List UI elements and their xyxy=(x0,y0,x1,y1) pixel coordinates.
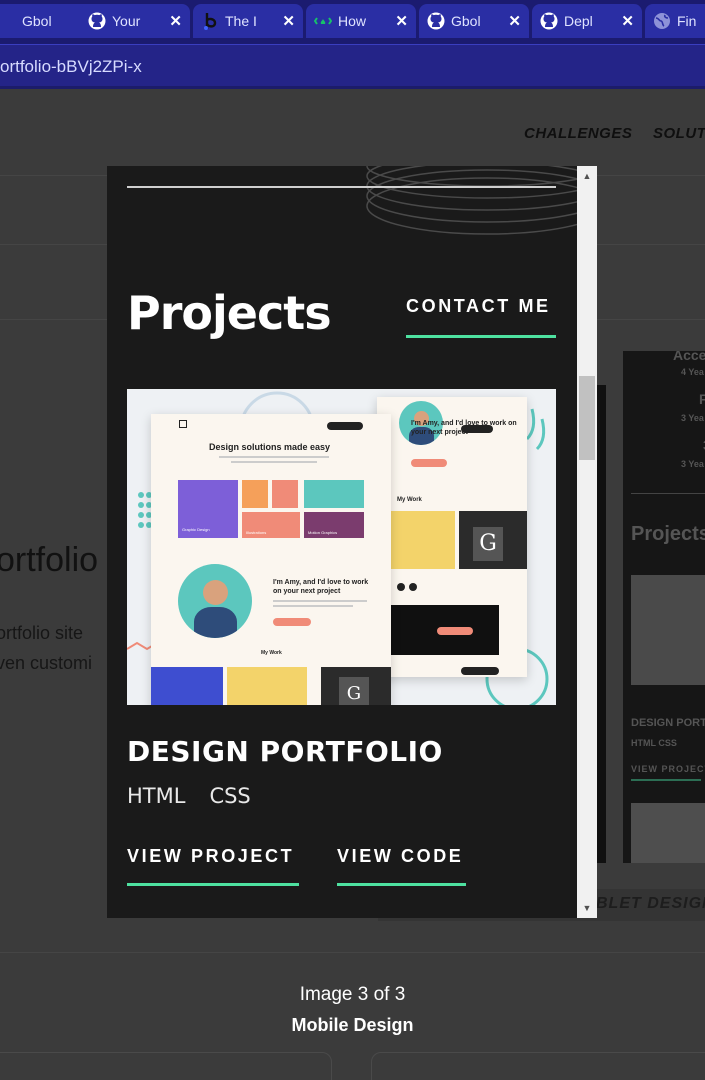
tag-css: CSS xyxy=(209,784,251,808)
tab-title: Your xyxy=(112,13,141,29)
view-code-link[interactable]: VIEW CODE xyxy=(337,846,463,867)
github-icon xyxy=(88,12,106,30)
view-project-link[interactable]: VIEW PROJECT xyxy=(127,846,294,867)
browser-tab[interactable]: Your ✕ xyxy=(80,4,190,38)
url-text[interactable]: ortfolio-bBVj2ZPi-x xyxy=(0,57,142,77)
project-title: DESIGN PORTFOLIO xyxy=(127,735,443,768)
bottom-card xyxy=(0,1052,332,1080)
tag-html: HTML xyxy=(127,784,186,808)
tab-title: Fin xyxy=(677,13,697,29)
browser-tab[interactable]: Fin xyxy=(645,4,705,38)
github-icon xyxy=(540,12,558,30)
freecodecamp-icon xyxy=(314,12,332,30)
address-bar[interactable]: ortfolio-bBVj2ZPi-x xyxy=(0,44,705,88)
page-text-line: ven customi xyxy=(0,653,93,673)
close-icon[interactable]: ✕ xyxy=(282,12,295,30)
close-icon[interactable]: ✕ xyxy=(395,12,408,30)
nav-solutions[interactable]: SOLUT xyxy=(653,125,705,142)
browser-tab[interactable]: Gbol ✕ xyxy=(419,4,529,38)
browser-tab[interactable]: The I ✕ xyxy=(193,4,303,38)
tab-title: Gbol xyxy=(451,13,481,29)
tab-title: The I xyxy=(225,13,257,29)
page-title-fragment: ortfolio xyxy=(0,541,99,579)
scrollbar[interactable]: ▲ ▼ xyxy=(577,166,597,918)
scrollbar-thumb[interactable] xyxy=(579,376,595,460)
image-counter: Image 3 of 3 xyxy=(299,984,406,1005)
contact-me-link[interactable]: CONTACT ME xyxy=(406,296,551,317)
link-underline xyxy=(337,883,466,886)
projects-heading: Projects xyxy=(127,286,332,340)
link-underline xyxy=(406,335,556,338)
tab-title: Gbol xyxy=(22,13,52,29)
link-underline xyxy=(127,883,299,886)
preview-card-secondary: I'm Amy, and I'd love to work on your ne… xyxy=(377,397,527,677)
b-logo-icon xyxy=(201,12,219,30)
tech-tags: HTML CSS xyxy=(127,784,251,808)
scroll-down-icon[interactable]: ▼ xyxy=(577,898,597,918)
mobile-design-preview: Projects CONTACT ME I'm Amy, and I'd lov… xyxy=(107,166,577,918)
github-icon xyxy=(427,12,445,30)
close-icon[interactable]: ✕ xyxy=(508,12,521,30)
bottom-card xyxy=(371,1052,705,1080)
nav-challenges[interactable]: CHALLENGES xyxy=(524,125,632,142)
preview-card-main: Design solutions made easy Graphic Desig… xyxy=(151,414,391,705)
close-icon[interactable]: ✕ xyxy=(169,12,182,30)
browser-tab[interactable]: How ✕ xyxy=(306,4,416,38)
rings-decoration xyxy=(366,166,577,235)
divider xyxy=(127,186,556,188)
project-thumbnail: I'm Amy, and I'd love to work on your ne… xyxy=(127,389,556,705)
thumbnail-next[interactable]: Acce 4 Yea F 3 Yea 3 3 Yea Projects DESI… xyxy=(623,351,705,863)
close-icon[interactable]: ✕ xyxy=(621,12,634,30)
image-caption: Mobile Design xyxy=(291,1015,414,1035)
page-text-line: ortfolio site xyxy=(0,623,84,643)
lightbox-image[interactable]: Projects CONTACT ME I'm Amy, and I'd lov… xyxy=(107,166,597,918)
browser-tab[interactable]: Depl ✕ xyxy=(532,4,642,38)
gbol-icon xyxy=(0,12,16,30)
tab-title: Depl xyxy=(564,13,593,29)
globe-icon xyxy=(653,12,671,30)
browser-tab-bar: Gbol ✕ Your ✕ The I ✕ How ✕ Gbol ✕ xyxy=(0,0,705,44)
tab-title: How xyxy=(338,13,367,29)
scroll-up-icon[interactable]: ▲ xyxy=(577,166,597,186)
